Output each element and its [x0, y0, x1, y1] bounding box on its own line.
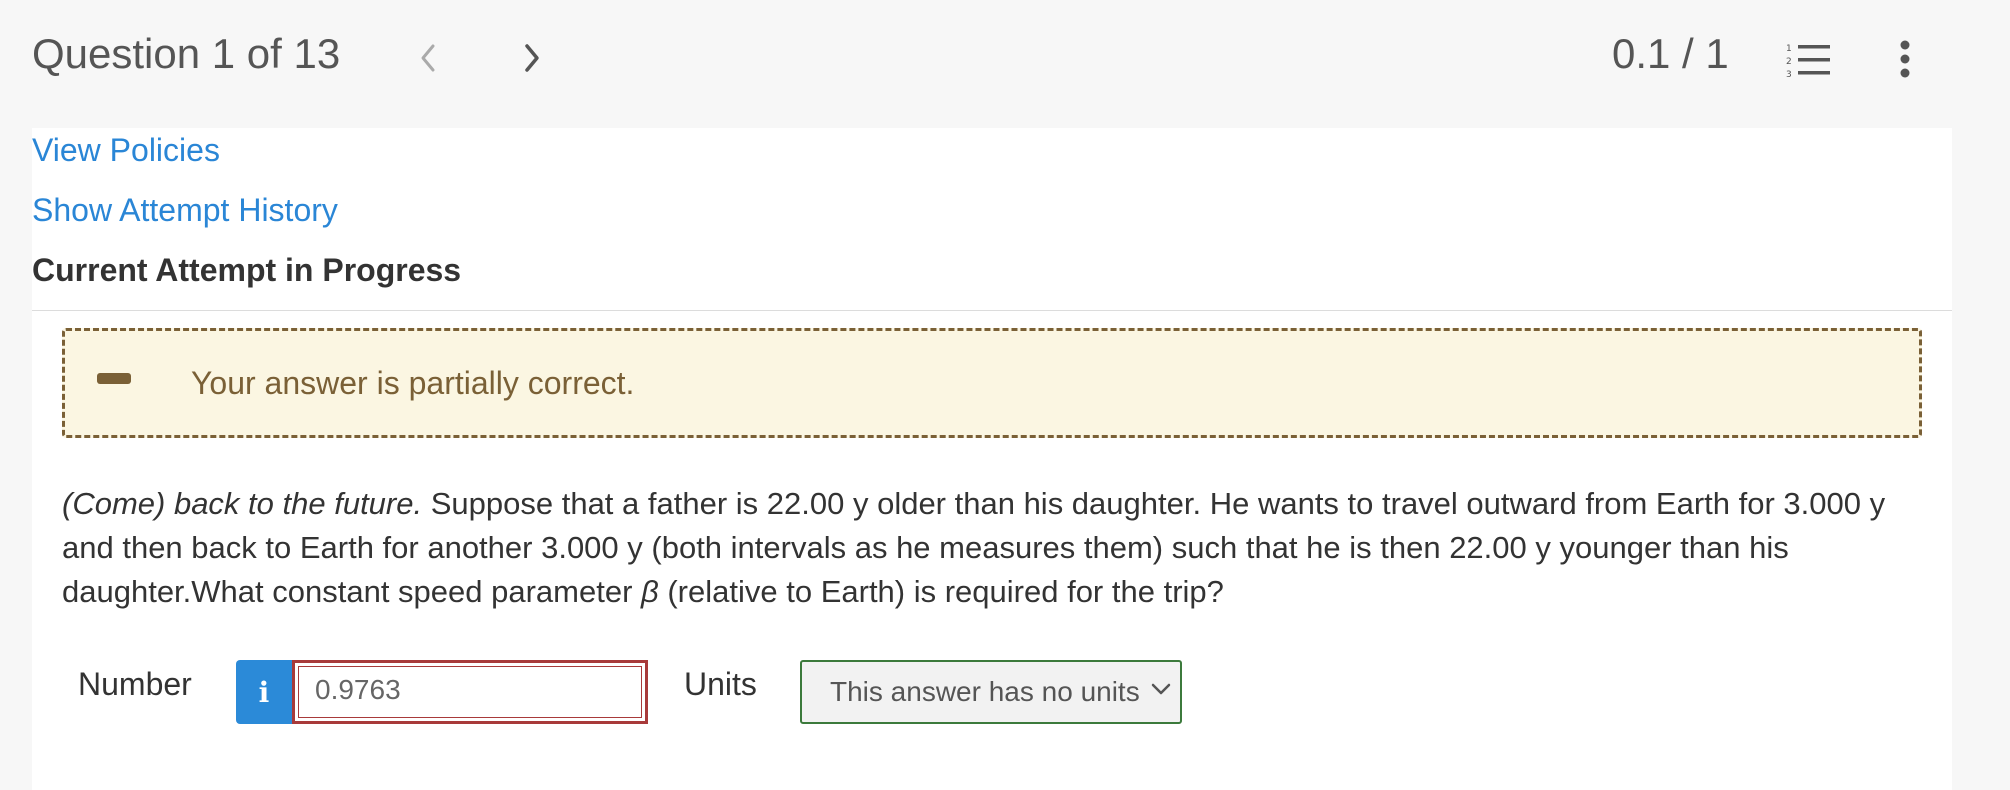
question-title: (Come) back to the future. — [62, 486, 423, 521]
beta-symbol: β — [641, 574, 659, 609]
numbered-list-icon: 1 2 3 — [1786, 44, 1830, 80]
chevron-down-icon — [1151, 683, 1171, 695]
info-icon: i — [258, 675, 270, 709]
units-label: Units — [684, 666, 757, 702]
question-text: (Come) back to the future. Suppose that … — [62, 482, 1942, 614]
svg-text:2: 2 — [1786, 57, 1792, 67]
score-display: 0.1 / 1 — [1612, 30, 1729, 77]
question-panel: View Policies Show Attempt History Curre… — [32, 128, 1952, 790]
chevron-left-icon — [421, 44, 435, 72]
next-question-button[interactable] — [512, 36, 552, 80]
number-label: Number — [78, 666, 192, 702]
question-list-button[interactable]: 1 2 3 — [1784, 40, 1832, 80]
units-selected-value: This answer has no units — [830, 676, 1140, 707]
question-body-part2: (relative to Earth) is required for the … — [658, 574, 1224, 609]
question-counter: Question 1 of 13 — [32, 30, 341, 77]
more-vertical-icon — [1900, 40, 1910, 78]
chevron-right-icon — [525, 44, 539, 72]
more-options-button[interactable] — [1890, 38, 1920, 82]
svg-text:1: 1 — [1786, 44, 1792, 54]
info-button[interactable]: i — [236, 660, 292, 724]
number-answer-input[interactable] — [313, 669, 617, 711]
current-attempt-heading: Current Attempt in Progress — [32, 252, 462, 288]
view-policies-link[interactable]: View Policies — [32, 132, 220, 169]
number-input-frame — [292, 660, 648, 724]
svg-text:3: 3 — [1786, 70, 1792, 80]
previous-question-button[interactable] — [408, 36, 448, 80]
question-header: Question 1 of 13 0.1 / 1 1 2 3 — [0, 0, 2010, 128]
feedback-text: Your answer is partially correct. — [191, 365, 635, 401]
partial-correct-dash-icon — [97, 373, 131, 384]
answer-row: Number i Units This answer has no units — [32, 656, 1952, 726]
units-select[interactable]: This answer has no units — [800, 660, 1182, 724]
feedback-banner: Your answer is partially correct. — [62, 328, 1922, 438]
divider — [32, 310, 1952, 311]
show-attempt-history-link[interactable]: Show Attempt History — [32, 192, 338, 229]
